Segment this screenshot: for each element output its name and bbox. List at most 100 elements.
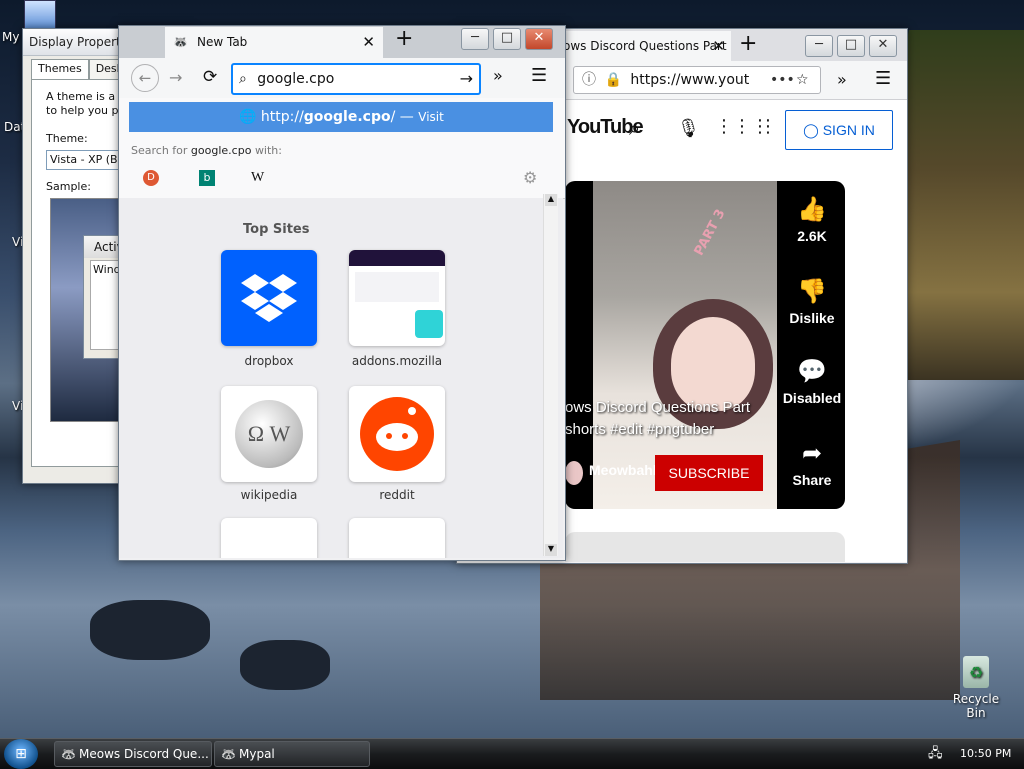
subscribe-button[interactable]: SUBSCRIBE — [655, 455, 763, 491]
sample-label: Sample: — [46, 180, 91, 193]
thumbs-down-icon: 👎 — [797, 278, 827, 305]
more-options-icon[interactable]: ⋮ — [759, 116, 777, 137]
top-sites-heading: Top Sites — [243, 222, 310, 237]
top-site-label: dropbox — [244, 354, 294, 368]
taskbar: ⊞ 🦝 Meows Discord Que... 🦝 Mypal 🖧 10:50… — [0, 738, 1024, 769]
top-site-empty[interactable] — [221, 518, 317, 558]
like-count: 2.6K — [797, 228, 827, 244]
url-input[interactable]: google.cpo — [257, 71, 334, 87]
dislike-label: Dislike — [789, 310, 835, 326]
channel-avatar[interactable] — [565, 461, 583, 485]
taskbar-button-label: Meows Discord Que... — [79, 747, 209, 761]
shorts-video-player[interactable]: PART 3 ows Discord Questions Part shorts… — [565, 181, 845, 509]
account-icon: ◯ — [803, 122, 819, 138]
overflow-chevron-icon[interactable]: » — [493, 66, 503, 85]
suggestion-suffix: / — — [390, 109, 414, 125]
maximize-button[interactable]: □ — [493, 28, 521, 50]
comments-button[interactable]: 💬 Disabled — [779, 357, 845, 406]
microphone-icon[interactable]: 🎙 — [677, 118, 700, 139]
share-button[interactable]: ➦ Share — [779, 439, 845, 488]
suggestion-action: Visit — [418, 110, 444, 124]
network-icon[interactable]: 🖧 — [928, 739, 943, 769]
theme-label: Theme: — [46, 132, 88, 145]
wikipedia-globe-icon: Ω W — [235, 400, 303, 468]
recycle-bin[interactable]: ♻ Recycle Bin — [944, 656, 1008, 720]
share-icon: ➦ — [801, 440, 823, 467]
search-icon: ⌕ — [239, 71, 247, 87]
video-title-line: shorts #edit #pngtuber — [565, 421, 715, 438]
url-bar[interactable]: ⓘ 🔒 https://www.yout ••• ☆ — [573, 66, 821, 94]
mypal-icon: 🦝 — [61, 747, 76, 761]
new-tab-button[interactable]: + — [395, 26, 413, 51]
page-actions-icon[interactable]: ••• — [770, 67, 795, 93]
close-tab-icon[interactable]: ✕ — [712, 31, 725, 61]
top-site-wikipedia[interactable]: Ω W — [221, 386, 317, 482]
close-tab-icon[interactable]: ✕ — [362, 27, 375, 58]
overflow-chevron-icon[interactable]: » — [837, 70, 847, 89]
scroll-up-arrow[interactable]: ▲ — [545, 194, 557, 206]
minimize-button[interactable]: ─ — [805, 35, 833, 57]
computer-icon — [24, 0, 56, 30]
forward-button[interactable]: → — [169, 68, 182, 87]
suggestion-domain: google.cpo — [303, 109, 391, 125]
top-site-dropbox[interactable] — [221, 250, 317, 346]
top-site-label: reddit — [379, 488, 415, 502]
thumbs-up-icon: 👍 — [797, 196, 827, 223]
url-bar[interactable]: ⌕ google.cpo → — [231, 63, 481, 95]
back-button[interactable]: ← — [131, 64, 159, 92]
sign-in-button[interactable]: ◯ SIGN IN — [785, 110, 893, 150]
clock[interactable]: 10:50 PM — [960, 739, 1011, 769]
maximize-button[interactable]: □ — [837, 35, 865, 57]
navigation-bar: ← → ⟳ ⌕ google.cpo → » ☰ — [119, 58, 565, 98]
taskbar-button-youtube[interactable]: 🦝 Meows Discord Que... — [54, 741, 212, 767]
visit-suggestion[interactable]: 🌐 http://google.cpo/ — Visit — [129, 102, 553, 132]
search-for-term: google.cpo — [190, 144, 252, 157]
duckduckgo-icon[interactable]: D — [143, 170, 159, 186]
info-icon[interactable]: ⓘ — [582, 72, 596, 88]
suggestion-prefix: http:// — [260, 109, 304, 125]
bookmark-star-icon[interactable]: ☆ — [796, 67, 809, 93]
top-site-empty[interactable] — [349, 518, 445, 558]
channel-name[interactable]: Meowbahh — [589, 462, 661, 478]
like-button[interactable]: 👍 2.6K — [779, 195, 845, 244]
menu-icon[interactable]: ☰ — [875, 68, 891, 89]
mypal-icon: 🦝 — [221, 747, 236, 761]
minimize-button[interactable]: ─ — [461, 28, 489, 50]
vertical-scrollbar[interactable]: ▲ ▼ — [543, 194, 558, 556]
video-title-line: ows Discord Questions Part — [565, 399, 751, 416]
search-icon[interactable]: ⌕ — [629, 116, 640, 140]
tab-youtube[interactable]: ows Discord Questions Part ✕ — [557, 31, 731, 61]
menu-icon[interactable]: ☰ — [531, 65, 547, 86]
close-window-button[interactable]: ✕ — [525, 28, 553, 50]
close-window-button[interactable]: ✕ — [869, 35, 897, 57]
scroll-down-arrow[interactable]: ▼ — [545, 544, 557, 556]
start-button[interactable]: ⊞ — [4, 739, 38, 769]
reload-button[interactable]: ⟳ — [203, 67, 217, 87]
go-arrow-icon[interactable]: → — [460, 65, 473, 93]
sign-in-label: SIGN IN — [822, 122, 875, 138]
dislike-button[interactable]: 👎 Dislike — [779, 277, 845, 326]
top-site-addons-mozilla[interactable] — [349, 250, 445, 346]
tab-title: New Tab — [197, 35, 248, 49]
puzzle-piece-icon — [415, 310, 443, 338]
firefox-newtab-window: 🦝 New Tab ✕ + ─ □ ✕ ← → ⟳ ⌕ google.cpo →… — [118, 25, 566, 561]
bing-icon[interactable]: b — [199, 170, 215, 186]
url-suggestions-dropdown: 🌐 http://google.cpo/ — Visit Search for … — [119, 98, 565, 199]
tab-bar: 🦝 New Tab ✕ + ─ □ ✕ — [119, 26, 565, 58]
video-title[interactable]: ows Discord Questions Part shorts #edit … — [565, 397, 785, 441]
search-settings-gear-icon[interactable]: ⚙ — [523, 168, 537, 187]
search-for-suffix: with: — [254, 144, 282, 157]
taskbar-button-mypal[interactable]: 🦝 Mypal — [214, 741, 370, 767]
tab-themes[interactable]: Themes — [31, 59, 89, 79]
comment-icon: 💬 — [797, 358, 827, 385]
video-overlay-text: PART 3 — [691, 206, 729, 259]
globe-icon: 🌐 — [239, 109, 257, 125]
dropbox-icon — [241, 274, 297, 322]
next-short-preview[interactable] — [565, 532, 845, 562]
new-tab-content: Top Sites dropbox addons.mozilla Ω W wik… — [119, 198, 563, 558]
windows-logo-icon: ⊞ — [15, 746, 27, 762]
wikipedia-search-icon[interactable]: W — [251, 170, 264, 186]
new-tab-button[interactable]: + — [739, 31, 757, 56]
top-site-reddit[interactable] — [349, 386, 445, 482]
tab-new-tab[interactable]: 🦝 New Tab ✕ — [165, 27, 383, 58]
